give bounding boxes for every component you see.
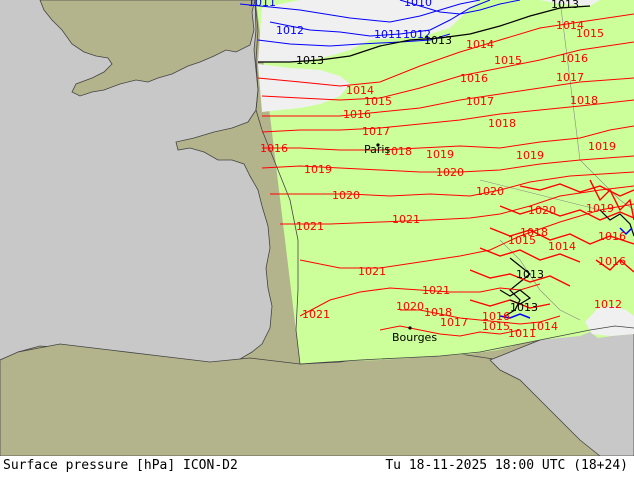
map-title: Surface pressure [hPa] ICON-D2 xyxy=(3,458,238,473)
isobar-label: 1021 xyxy=(302,308,330,321)
isobar-label: 1016 xyxy=(460,72,488,85)
isobar-label: 1019 xyxy=(304,163,332,176)
map-canvas: 1011 1010 1012 1011 1012 1013 1013 1013 … xyxy=(0,0,634,456)
isobar-label: 1017 xyxy=(556,71,584,84)
city-label-bourges: Bourges xyxy=(392,331,437,344)
isobar-label: 1013 xyxy=(510,301,538,314)
isobar-label: 1016 xyxy=(598,255,626,268)
isobar-label: 1020 xyxy=(436,166,464,179)
isobar-label: 1013 xyxy=(296,54,324,67)
isobar-label: 1014 xyxy=(466,38,494,51)
map-footer: Surface pressure [hPa] ICON-D2 Tu 18-11-… xyxy=(0,456,634,490)
isobar-label: 1021 xyxy=(422,284,450,297)
isobar-label: 1015 xyxy=(364,95,392,108)
isobar-label: 1013 xyxy=(424,34,452,47)
isobar-label: 1013 xyxy=(551,0,579,11)
isobar-label: 1020 xyxy=(332,189,360,202)
isobar-label: 1016 xyxy=(598,230,626,243)
isobar-label: 1015 xyxy=(494,54,522,67)
isobar-label: 1011 xyxy=(374,28,402,41)
pressure-map: 1011 1010 1012 1011 1012 1013 1013 1013 … xyxy=(0,0,634,456)
isobar-label: 1012 xyxy=(276,24,304,37)
isobar-label: 1021 xyxy=(296,220,324,233)
isobar-label: 1016 xyxy=(560,52,588,65)
isobar-label: 1016 xyxy=(343,108,371,121)
isobar-label: 1011 xyxy=(248,0,276,9)
isobar-label: 1021 xyxy=(392,213,420,226)
map-datetime: Tu 18-11-2025 18:00 UTC (18+24) xyxy=(385,458,628,473)
isobar-label: 1018 xyxy=(520,226,548,239)
isobar-label: 1017 xyxy=(440,316,468,329)
isobar-label: 1018 xyxy=(488,117,516,130)
isobar-label: 1011 xyxy=(508,327,536,340)
isobar-label: 1021 xyxy=(358,265,386,278)
isobar-label: 1019 xyxy=(588,140,616,153)
isobar-label: 1019 xyxy=(516,149,544,162)
isobar-label: 1019 xyxy=(426,148,454,161)
isobar-label: 1014 xyxy=(548,240,576,253)
bourges-marker xyxy=(408,326,412,330)
isobar-label: 1010 xyxy=(404,0,432,9)
isobar-label: 1020 xyxy=(396,300,424,313)
isobar-label: 1012 xyxy=(594,298,622,311)
isobar-label: 1017 xyxy=(362,125,390,138)
city-label-paris: Paris xyxy=(364,143,390,156)
isobar-label: 1018 xyxy=(570,94,598,107)
isobar-label: 1020 xyxy=(528,204,556,217)
isobar-label: 1016 xyxy=(260,142,288,155)
isobar-label: 1013 xyxy=(516,268,544,281)
isobar-label: 1019 xyxy=(586,202,614,215)
isobar-label: 1020 xyxy=(476,185,504,198)
isobar-label: 1017 xyxy=(466,95,494,108)
isobar-label: 1015 xyxy=(576,27,604,40)
isobar-label: 1015 xyxy=(482,320,510,333)
